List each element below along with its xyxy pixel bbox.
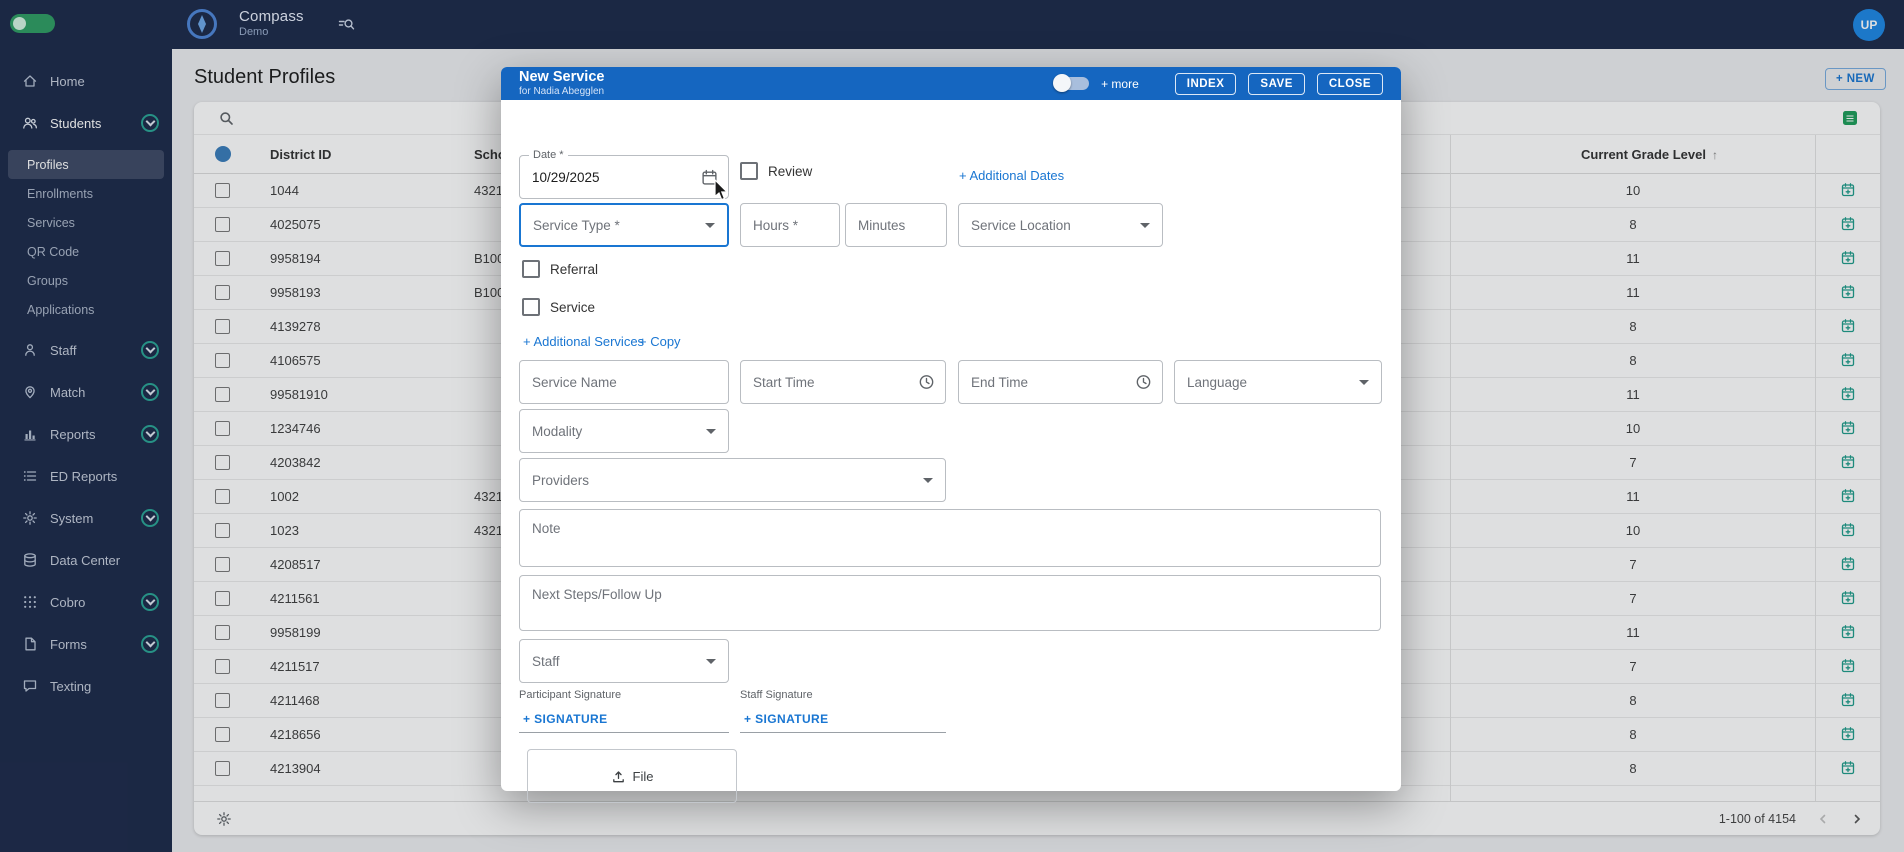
clock-icon[interactable] [1135,374,1152,391]
note-textarea[interactable]: Note [519,509,1381,567]
modal-header: New Service for Nadia Abegglen + more IN… [501,67,1401,100]
minutes-label: Minutes [858,217,906,233]
staff-signature-label: Staff Signature [740,689,813,701]
clock-icon[interactable] [918,374,935,391]
service-checkbox[interactable]: Service [522,298,595,316]
index-button[interactable]: INDEX [1174,72,1237,95]
modal-subtitle: for Nadia Abegglen [519,86,605,97]
modality-label: Modality [532,423,583,439]
start-time-field[interactable]: Start Time [740,360,946,404]
hours-field[interactable]: Hours * [740,203,840,247]
minutes-field[interactable]: Minutes [845,203,947,247]
end-time-label: End Time [971,374,1029,390]
copy-link[interactable]: + Copy [639,334,681,349]
additional-services-link[interactable]: + Additional Services [523,334,644,349]
checkbox-icon[interactable] [522,298,540,316]
review-checkbox-label: Review [768,163,813,179]
referral-checkbox[interactable]: Referral [522,260,598,278]
staff-label: Staff [532,653,560,669]
service-type-select[interactable]: Service Type * [519,203,729,247]
service-name-label: Service Name [532,374,617,390]
start-time-label: Start Time [753,374,815,390]
providers-label: Providers [532,472,590,488]
service-type-label: Service Type * [533,217,620,233]
save-button[interactable]: SAVE [1248,72,1305,95]
next-steps-textarea[interactable]: Next Steps/Follow Up [519,575,1381,631]
participant-signature-button[interactable]: + SIGNATURE [523,712,608,726]
participant-signature-label: Participant Signature [519,689,622,701]
staff-select[interactable]: Staff [519,639,729,683]
chevron-down-icon [923,478,933,483]
additional-dates-link[interactable]: + Additional Dates [959,168,1064,183]
chevron-down-icon [1359,380,1369,385]
date-field[interactable]: Date * 10/29/2025 [519,149,729,199]
service-location-label: Service Location [971,217,1071,233]
upload-icon [612,770,624,782]
date-field-label: Date * [529,149,568,161]
next-steps-label: Next Steps/Follow Up [532,587,662,602]
referral-checkbox-label: Referral [550,261,599,277]
file-label: File [632,768,654,784]
checkbox-icon[interactable] [522,260,540,278]
end-time-field[interactable]: End Time [958,360,1163,404]
chevron-down-icon [706,429,716,434]
modality-select[interactable]: Modality [519,409,729,453]
mouse-cursor [714,179,729,201]
service-checkbox-label: Service [550,299,596,315]
review-checkbox[interactable]: Review [740,162,812,180]
close-button[interactable]: CLOSE [1316,72,1383,95]
checkbox-icon[interactable] [740,162,758,180]
signature-underline [519,732,729,733]
providers-select[interactable]: Providers [519,458,946,502]
date-field-value: 10/29/2025 [532,169,600,185]
chevron-down-icon [705,223,715,228]
more-toggle[interactable] [1053,74,1090,92]
note-label: Note [532,521,561,536]
staff-signature-button[interactable]: + SIGNATURE [744,712,829,726]
toggle-knob-icon [1053,74,1072,92]
language-label: Language [1187,374,1248,390]
modal-title: New Service [519,69,605,85]
file-upload-box[interactable]: File [527,749,737,803]
service-name-field[interactable]: Service Name [519,360,729,404]
service-location-select[interactable]: Service Location [958,203,1163,247]
signature-underline [740,732,946,733]
new-service-modal: New Service for Nadia Abegglen + more IN… [501,67,1401,803]
chevron-down-icon [706,659,716,664]
more-label: + more [1101,76,1139,91]
language-select[interactable]: Language [1174,360,1382,404]
modal-body: Date * 10/29/2025 Review + Additional Da… [501,100,1401,803]
hours-label: Hours * [753,217,799,233]
chevron-down-icon [1140,223,1150,228]
